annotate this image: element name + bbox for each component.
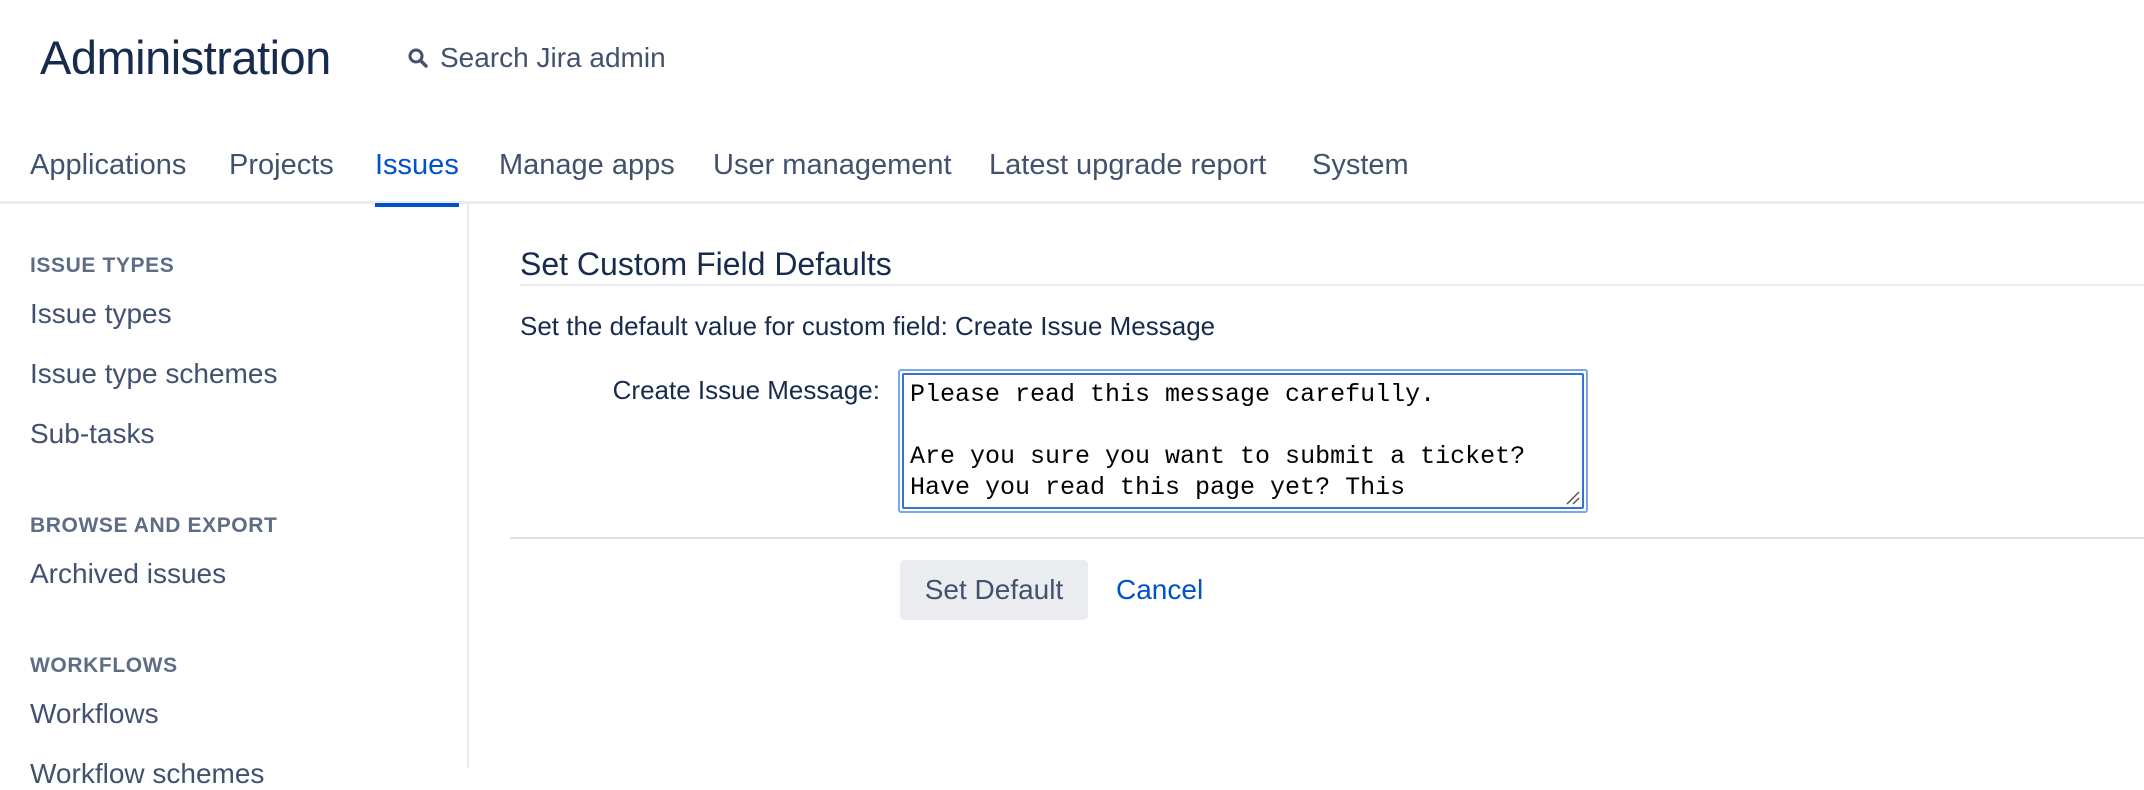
create-issue-message-textarea[interactable]: Please read this message carefully. Are … (898, 369, 1588, 513)
admin-header: Administration Search Jira admin (0, 0, 2144, 120)
admin-nav-tabs: Applications Projects Issues Manage apps… (0, 140, 2144, 207)
tab-issues[interactable]: Issues (375, 140, 459, 207)
section-heading: Set Custom Field Defaults (520, 246, 892, 282)
field-label-text: Create Issue Message: (612, 375, 880, 405)
form-divider (510, 537, 2144, 539)
sidebar-item-issue-types[interactable]: Issue types (30, 298, 172, 330)
tab-projects[interactable]: Projects (229, 140, 334, 204)
sidebar-heading-workflows: WORKFLOWS (30, 654, 178, 677)
search-admin[interactable]: Search Jira admin (406, 40, 666, 76)
sidebar-heading-browse-and-export: BROWSE AND EXPORT (30, 514, 278, 537)
set-default-button[interactable]: Set Default (900, 560, 1088, 620)
page-title: Administration (40, 31, 331, 84)
tab-user-management[interactable]: User management (713, 140, 952, 204)
search-icon (408, 48, 428, 68)
sidebar-item-workflow-schemes[interactable]: Workflow schemes (30, 758, 264, 790)
create-issue-message-input[interactable]: Please read this message carefully. Are … (904, 375, 1582, 507)
tab-applications[interactable]: Applications (30, 140, 186, 204)
field-description: Set the default value for custom field: … (520, 311, 1216, 341)
resize-grip-icon[interactable] (1564, 489, 1580, 505)
tab-system[interactable]: System (1312, 140, 1409, 204)
sidebar-heading-issue-types: ISSUE TYPES (30, 254, 175, 277)
tab-manage-apps[interactable]: Manage apps (499, 140, 675, 204)
textarea-focus-ring: Please read this message carefully. Are … (902, 373, 1584, 509)
tab-latest-upgrade-report[interactable]: Latest upgrade report (989, 140, 1266, 204)
sidebar: ISSUE TYPES Issue types Issue type schem… (0, 204, 469, 789)
sidebar-item-issue-type-schemes[interactable]: Issue type schemes (30, 358, 277, 390)
search-label: Search Jira admin (440, 42, 666, 73)
sidebar-item-archived-issues[interactable]: Archived issues (30, 558, 226, 590)
sidebar-item-sub-tasks[interactable]: Sub-tasks (30, 418, 155, 450)
cancel-link[interactable]: Cancel (1116, 574, 1203, 606)
heading-divider (520, 284, 2144, 286)
sidebar-item-workflows[interactable]: Workflows (30, 698, 159, 730)
main-content: Set Custom Field Defaults Set the defaul… (470, 204, 2144, 768)
